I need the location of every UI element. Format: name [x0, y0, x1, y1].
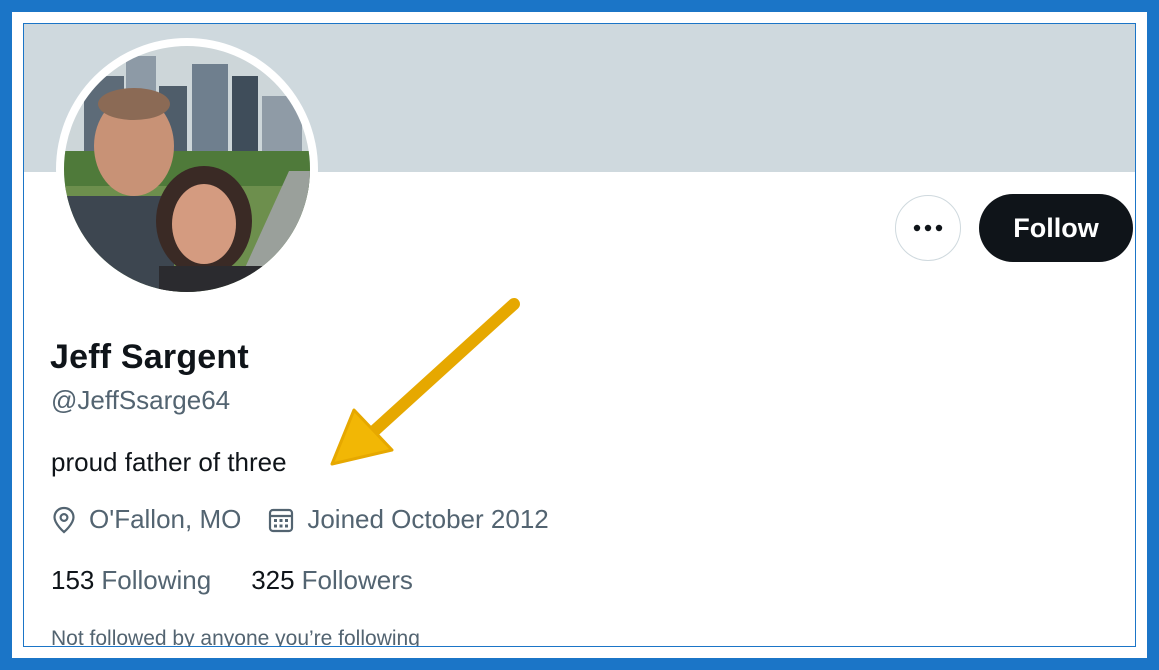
user-handle: @JeffSsarge64	[51, 385, 231, 415]
follow-stats-row: 153 Following 325 Followers	[51, 565, 413, 596]
location-pin-icon	[53, 506, 75, 533]
joined-item: Joined October 2012	[267, 504, 549, 535]
location-text: O'Fallon, MO	[89, 504, 242, 534]
more-options-button[interactable]	[895, 195, 961, 261]
follow-button[interactable]: Follow	[979, 194, 1133, 262]
following-count: 153	[51, 565, 95, 595]
location-item: O'Fallon, MO	[51, 504, 241, 535]
profile-card: Follow Jeff Sargent @JeffSsarge64 proud …	[23, 23, 1136, 647]
following-label: Following	[101, 565, 212, 595]
avatar-photo	[64, 46, 310, 292]
more-options-icon	[913, 224, 943, 232]
joined-text: Joined October 2012	[307, 504, 549, 534]
bio: proud father of three	[51, 447, 287, 477]
display-name: Jeff Sargent	[50, 338, 249, 376]
calendar-icon	[269, 508, 294, 532]
frame-inner: Follow Jeff Sargent @JeffSsarge64 proud …	[12, 12, 1147, 658]
followers-label: Followers	[301, 565, 413, 595]
followers-count: 325	[251, 565, 295, 595]
following-stat[interactable]: 153 Following	[51, 565, 211, 596]
social-context-text: Not followed by anyone you’re following	[51, 627, 420, 646]
annotation-arrow	[330, 298, 520, 466]
profile-meta-row: O'Fallon, MO Joined October 2012	[51, 504, 549, 535]
screenshot-frame: Follow Jeff Sargent @JeffSsarge64 proud …	[0, 0, 1159, 670]
avatar[interactable]	[56, 38, 318, 300]
followers-stat[interactable]: 325 Followers	[251, 565, 413, 596]
